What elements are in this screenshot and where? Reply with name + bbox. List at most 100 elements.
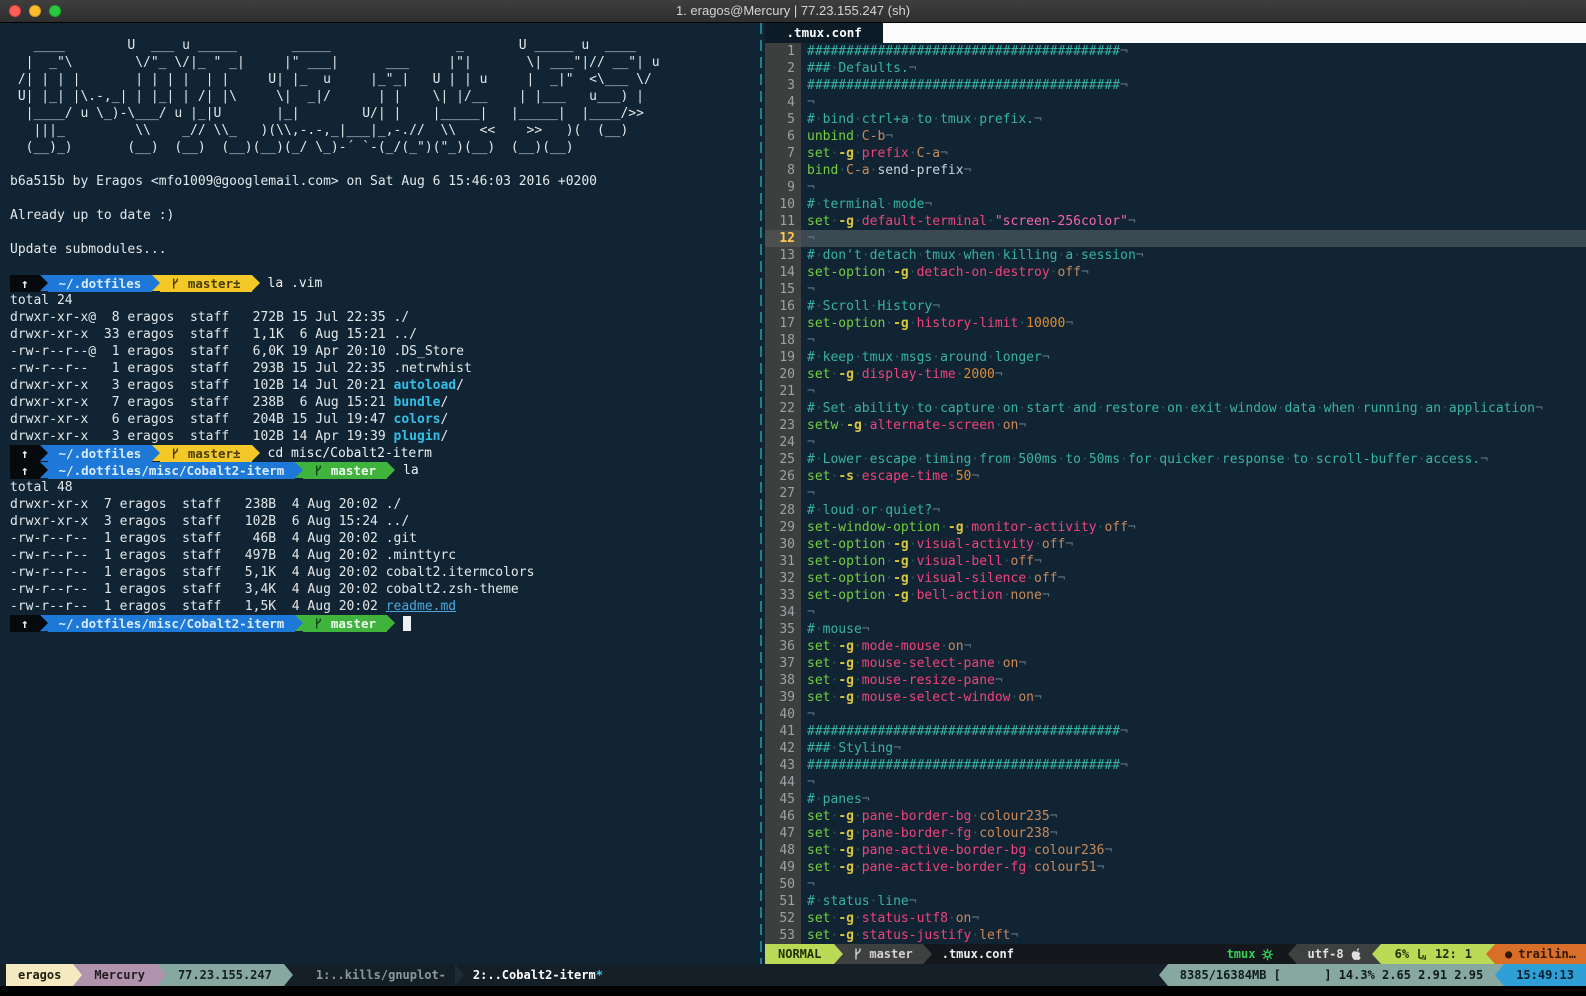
line-number: 21 bbox=[765, 383, 801, 400]
vim-line[interactable]: 7set·-g·prefix·C-a¬ bbox=[765, 145, 1586, 162]
line-number: 22 bbox=[765, 400, 801, 417]
code-token: visual-silence bbox=[917, 571, 1027, 586]
command-text: la .vim bbox=[268, 275, 323, 292]
line-number: 15 bbox=[765, 281, 801, 298]
vim-line-text: ¬ bbox=[801, 706, 1586, 723]
vim-line[interactable]: 6unbind·C-b¬ bbox=[765, 128, 1586, 145]
shell-prompt-line[interactable]: ↑~/.dotfiles master±cd misc/Cobalt2-iter… bbox=[0, 445, 757, 462]
vim-line[interactable]: 49set·-g·pane-active-border-fg·colour51¬ bbox=[765, 859, 1586, 876]
vim-line[interactable]: 27¬ bbox=[765, 485, 1586, 502]
vim-tab-tmux-conf[interactable]: .tmux.conf bbox=[765, 23, 883, 43]
file-link[interactable]: readme.md bbox=[386, 598, 456, 615]
vim-line[interactable]: 39set·-g·mouse-select-window·on¬ bbox=[765, 689, 1586, 706]
vim-line[interactable]: 38set·-g·mouse-resize-pane¬ bbox=[765, 672, 1586, 689]
vim-line[interactable]: 26set·-s·escape-time·50¬ bbox=[765, 468, 1586, 485]
vim-line[interactable]: 53set·-g·status-justify·left¬ bbox=[765, 927, 1586, 944]
vim-line[interactable]: 42###·Styling¬ bbox=[765, 740, 1586, 757]
vim-line[interactable]: 43######################################… bbox=[765, 757, 1586, 774]
ascii-art-line: ____ U ___ u _____ _____ _ U _____ u ___… bbox=[10, 37, 636, 54]
vim-line[interactable]: 23setw·-g·alternate-screen·on¬ bbox=[765, 417, 1586, 434]
vim-line[interactable]: 29set-window-option·-g·monitor-activity·… bbox=[765, 519, 1586, 536]
code-token: send-prefix bbox=[877, 163, 963, 178]
vim-line-text: ¬ bbox=[801, 281, 1586, 298]
vim-line[interactable]: 19#·keep·tmux·msgs·around·longer¬ bbox=[765, 349, 1586, 366]
terminal-line: -rw-r--r-- 1 eragos staff 46B 4 Aug 20:0… bbox=[0, 530, 757, 547]
code-token: set bbox=[807, 469, 830, 484]
vim-line[interactable]: 20set·-g·display-time·2000¬ bbox=[765, 366, 1586, 383]
vim-line[interactable]: 50¬ bbox=[765, 876, 1586, 893]
vim-line[interactable]: 15¬ bbox=[765, 281, 1586, 298]
vim-line[interactable]: 9¬ bbox=[765, 179, 1586, 196]
vim-line[interactable]: 14set-option·-g·detach-on-destroy·off¬ bbox=[765, 264, 1586, 281]
vim-line[interactable]: 22#·Set·ability·to·capture·on·start·and·… bbox=[765, 400, 1586, 417]
vim-line[interactable]: 33set-option·-g·bell-action·none¬ bbox=[765, 587, 1586, 604]
shell-prompt-line[interactable]: ↑~/.dotfiles/misc/Cobalt2-iterm masterla bbox=[0, 462, 757, 479]
tmux-system-stats: 8385/16384MB [ ] 14.3% 2.65 2.91 2.95 bbox=[1168, 964, 1495, 986]
tmux-window-1[interactable]: 1:..kills/gnuplot- bbox=[307, 964, 455, 986]
vim-line[interactable]: 36set·-g·mode-mouse·on¬ bbox=[765, 638, 1586, 655]
vim-line[interactable]: 8bind·C-a·send-prefix¬ bbox=[765, 162, 1586, 179]
vim-line[interactable]: 52set·-g·status-utf8·on¬ bbox=[765, 910, 1586, 927]
vim-line[interactable]: 51#·status·line¬ bbox=[765, 893, 1586, 910]
vim-line[interactable]: 34¬ bbox=[765, 604, 1586, 621]
code-token: -g bbox=[838, 673, 854, 688]
vim-line-text: ¬ bbox=[801, 230, 1586, 247]
vim-line[interactable]: 48set·-g·pane-active-border-bg·colour236… bbox=[765, 842, 1586, 859]
line-number: 53 bbox=[765, 927, 801, 944]
tmux-pane-border[interactable] bbox=[757, 23, 765, 964]
vim-line-text: set·-g·default-terminal·"screen-256color… bbox=[801, 213, 1586, 230]
vim-line[interactable]: 28#·loud·or·quiet?¬ bbox=[765, 502, 1586, 519]
vim-line-text: set-window-option·-g·monitor-activity·of… bbox=[801, 519, 1586, 536]
line-number: 39 bbox=[765, 689, 801, 706]
terminal-line: -rw-r--r-- 1 eragos staff 5,1K 4 Aug 20:… bbox=[0, 564, 757, 581]
tmux-hostname: Mercury bbox=[82, 964, 157, 986]
vim-line[interactable]: 37set·-g·mouse-select-pane·on¬ bbox=[765, 655, 1586, 672]
vim-line-text: ########################################… bbox=[801, 723, 1586, 740]
terminal-line: drwxr-xr-x 7 eragos staff 238B 4 Aug 20:… bbox=[0, 496, 757, 513]
terminal-line: |____/ u \_)-\___/ u |_|U |_| U/| | |___… bbox=[0, 105, 757, 122]
vim-line-text: #·don't·detach·tmux·when·killing·a·sessi… bbox=[801, 247, 1586, 264]
vim-line[interactable]: 11set·-g·default-terminal·"screen-256col… bbox=[765, 213, 1586, 230]
vim-line[interactable]: 16#·Scroll·History¬ bbox=[765, 298, 1586, 315]
vim-pane[interactable]: .tmux.conf 1############################… bbox=[765, 23, 1586, 964]
code-token: on bbox=[1003, 656, 1019, 671]
code-token: set bbox=[807, 214, 830, 229]
vim-line[interactable]: 24¬ bbox=[765, 434, 1586, 451]
vim-line[interactable]: 4¬ bbox=[765, 94, 1586, 111]
line-number: 44 bbox=[765, 774, 801, 791]
vim-line[interactable]: 47set·-g·pane-border-fg·colour238¬ bbox=[765, 825, 1586, 842]
vim-line[interactable]: 44¬ bbox=[765, 774, 1586, 791]
vim-line[interactable]: 40¬ bbox=[765, 706, 1586, 723]
vim-line[interactable]: 30set-option·-g·visual-activity·off¬ bbox=[765, 536, 1586, 553]
vim-line[interactable]: 45#·panes¬ bbox=[765, 791, 1586, 808]
vim-line[interactable]: 10#·terminal·mode¬ bbox=[765, 196, 1586, 213]
vim-line[interactable]: 3#######################################… bbox=[765, 77, 1586, 94]
vim-line[interactable]: 25#·Lower·escape·timing·from·500ms·to·50… bbox=[765, 451, 1586, 468]
vim-line[interactable]: 46set·-g·pane-border-bg·colour235¬ bbox=[765, 808, 1586, 825]
terminal-line bbox=[0, 258, 757, 275]
vim-line[interactable]: 1#######################################… bbox=[765, 43, 1586, 60]
vim-line[interactable]: 32set-option·-g·visual-silence·off¬ bbox=[765, 570, 1586, 587]
terminal-text: b6a515b by Eragos <mfo1009@googlemail.co… bbox=[10, 173, 597, 190]
vim-line-text: set·-g·status-justify·left¬ bbox=[801, 927, 1586, 944]
vim-line[interactable]: 41######################################… bbox=[765, 723, 1586, 740]
shell-pane[interactable]: ____ U ___ u _____ _____ _ U _____ u ___… bbox=[0, 23, 757, 964]
vim-line[interactable]: 17set-option·-g·history-limit·10000¬ bbox=[765, 315, 1586, 332]
vim-line-text: unbind·C-b¬ bbox=[801, 128, 1586, 145]
vim-line-text: #·mouse¬ bbox=[801, 621, 1586, 638]
vim-line[interactable]: 31set-option·-g·visual-bell·off¬ bbox=[765, 553, 1586, 570]
terminal-line: drwxr-xr-x 3 eragos staff 102B 14 Jul 20… bbox=[0, 377, 757, 394]
vim-line[interactable]: 12¬ bbox=[765, 230, 1586, 247]
shell-prompt-line[interactable]: ↑~/.dotfiles/misc/Cobalt2-iterm master bbox=[0, 615, 757, 632]
vim-line[interactable]: 13#·don't·detach·tmux·when·killing·a·ses… bbox=[765, 247, 1586, 264]
code-token: -g bbox=[838, 928, 854, 943]
shell-prompt-line[interactable]: ↑~/.dotfiles master±la .vim bbox=[0, 275, 757, 292]
vim-buffer[interactable]: 1#######################################… bbox=[765, 43, 1586, 944]
line-number: 14 bbox=[765, 264, 801, 281]
vim-line[interactable]: 18¬ bbox=[765, 332, 1586, 349]
tmux-window-2[interactable]: 2:..Cobalt2-iterm* bbox=[464, 964, 612, 986]
vim-line[interactable]: 21¬ bbox=[765, 383, 1586, 400]
vim-line[interactable]: 5#·bind·ctrl+a·to·tmux·prefix.¬ bbox=[765, 111, 1586, 128]
vim-line[interactable]: 2###·Defaults.¬ bbox=[765, 60, 1586, 77]
vim-line[interactable]: 35#·mouse¬ bbox=[765, 621, 1586, 638]
